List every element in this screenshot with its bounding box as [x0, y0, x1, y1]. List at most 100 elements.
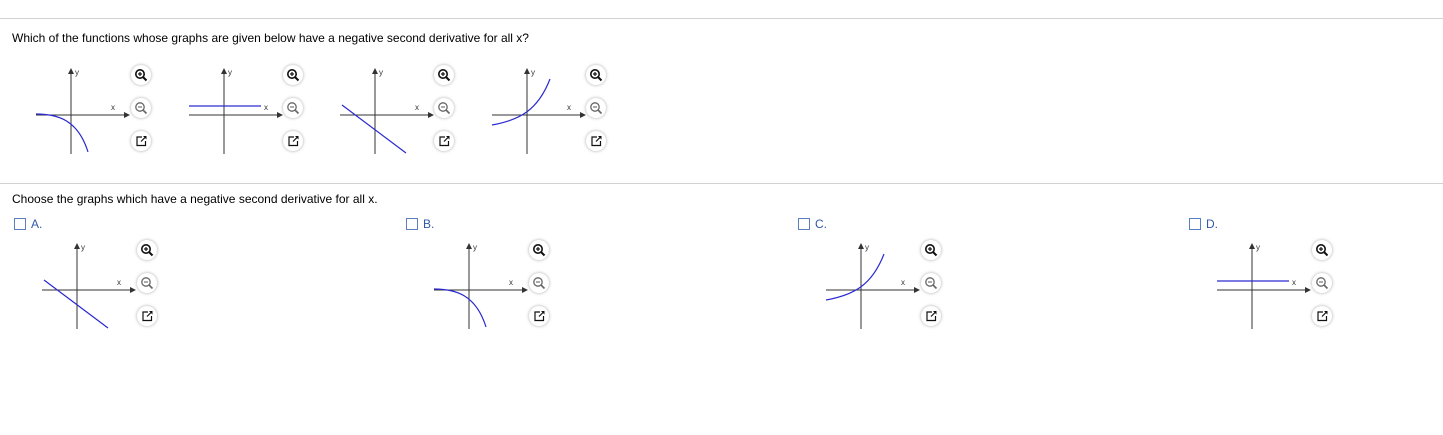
y-axis-label: y: [1256, 243, 1260, 252]
y-axis-label: y: [531, 68, 535, 77]
x-axis-arrow: [124, 112, 130, 118]
y-axis-label: y: [81, 243, 85, 252]
choice-d-checkbox[interactable]: [1189, 218, 1201, 230]
zoom-in-button[interactable]: [529, 240, 549, 260]
y-axis-label: y: [379, 68, 383, 77]
x-axis-label: x: [117, 278, 121, 287]
function-curve: [491, 78, 551, 126]
zoom-out-icon: [533, 277, 546, 290]
choice-d-graph: yx: [1215, 237, 1315, 337]
choice-a-label[interactable]: A.: [31, 217, 42, 231]
question-graph-2: yx: [187, 62, 287, 162]
x-axis-label: x: [1292, 278, 1296, 287]
zoom-out-icon: [287, 102, 300, 115]
open-in-new-window-icon: [1317, 311, 1328, 322]
question-text: Which of the functions whose graphs are …: [12, 31, 529, 45]
y-axis-label: y: [473, 243, 477, 252]
y-axis-label: y: [228, 68, 232, 77]
question-graph-1: yx: [34, 62, 134, 162]
function-curve: [35, 113, 89, 153]
choice-c-label[interactable]: C.: [815, 217, 827, 231]
zoom-out-icon: [590, 102, 603, 115]
y-axis-arrow: [1249, 243, 1255, 249]
zoom-out-button[interactable]: [921, 273, 941, 293]
zoom-in-button[interactable]: [586, 65, 606, 85]
y-axis-arrow: [372, 68, 378, 74]
zoom-in-button[interactable]: [283, 65, 303, 85]
zoom-out-button[interactable]: [586, 98, 606, 118]
y-axis-arrow: [68, 68, 74, 74]
zoom-out-icon: [141, 277, 154, 290]
zoom-in-icon: [590, 69, 603, 82]
zoom-in-button[interactable]: [434, 65, 454, 85]
zoom-out-icon: [925, 277, 938, 290]
zoom-in-icon: [135, 69, 148, 82]
zoom-out-icon: [135, 102, 148, 115]
y-axis-arrow: [466, 243, 472, 249]
open-in-new-window-button[interactable]: [529, 306, 549, 326]
x-axis-label: x: [264, 103, 268, 112]
function-curve: [341, 104, 407, 154]
zoom-in-button[interactable]: [1312, 240, 1332, 260]
x-axis-arrow: [522, 287, 528, 293]
open-in-new-window-button[interactable]: [921, 306, 941, 326]
choice-b-label[interactable]: B.: [423, 217, 434, 231]
open-in-new-window-button[interactable]: [283, 131, 303, 151]
zoom-in-icon: [533, 244, 546, 257]
open-in-new-window-icon: [288, 136, 299, 147]
choice-b-checkbox[interactable]: [406, 218, 418, 230]
choice-d-label[interactable]: D.: [1206, 217, 1218, 231]
y-axis-label: y: [865, 243, 869, 252]
zoom-out-icon: [438, 102, 451, 115]
choice-c-checkbox[interactable]: [798, 218, 810, 230]
question-graph-4: yx: [490, 62, 590, 162]
open-in-new-window-icon: [136, 136, 147, 147]
open-in-new-window-icon: [926, 311, 937, 322]
function-curve: [433, 288, 487, 328]
zoom-in-icon: [925, 244, 938, 257]
zoom-out-button[interactable]: [434, 98, 454, 118]
y-axis-arrow: [858, 243, 864, 249]
zoom-out-button[interactable]: [137, 273, 157, 293]
zoom-in-button[interactable]: [921, 240, 941, 260]
open-in-new-window-icon: [591, 136, 602, 147]
zoom-out-button[interactable]: [131, 98, 151, 118]
open-in-new-window-button[interactable]: [131, 131, 151, 151]
middle-divider: [0, 183, 1443, 184]
open-in-new-window-icon: [534, 311, 545, 322]
open-in-new-window-icon: [142, 311, 153, 322]
choice-c-graph: yx: [824, 237, 924, 337]
zoom-in-icon: [141, 244, 154, 257]
question-graph-3: yx: [338, 62, 438, 162]
x-axis-label: x: [901, 278, 905, 287]
top-divider: [0, 18, 1443, 19]
zoom-in-icon: [1316, 244, 1329, 257]
x-axis-arrow: [130, 287, 136, 293]
choice-a-checkbox[interactable]: [14, 218, 26, 230]
choice-a-graph: yx: [40, 237, 140, 337]
open-in-new-window-button[interactable]: [1312, 306, 1332, 326]
function-curve: [43, 279, 109, 329]
x-axis-label: x: [567, 103, 571, 112]
zoom-in-button[interactable]: [131, 65, 151, 85]
zoom-out-button[interactable]: [283, 98, 303, 118]
open-in-new-window-button[interactable]: [586, 131, 606, 151]
x-axis-arrow: [914, 287, 920, 293]
open-in-new-window-button[interactable]: [137, 306, 157, 326]
zoom-out-button[interactable]: [529, 273, 549, 293]
choice-b-graph: yx: [432, 237, 532, 337]
x-axis-label: x: [509, 278, 513, 287]
zoom-in-icon: [438, 69, 451, 82]
x-axis-arrow: [1305, 287, 1311, 293]
y-axis-arrow: [221, 68, 227, 74]
y-axis-arrow: [524, 68, 530, 74]
zoom-out-button[interactable]: [1312, 273, 1332, 293]
x-axis-label: x: [111, 103, 115, 112]
open-in-new-window-icon: [439, 136, 450, 147]
open-in-new-window-button[interactable]: [434, 131, 454, 151]
y-axis-arrow: [74, 243, 80, 249]
zoom-out-icon: [1316, 277, 1329, 290]
function-curve: [825, 253, 885, 301]
x-axis-label: x: [415, 103, 419, 112]
zoom-in-button[interactable]: [137, 240, 157, 260]
